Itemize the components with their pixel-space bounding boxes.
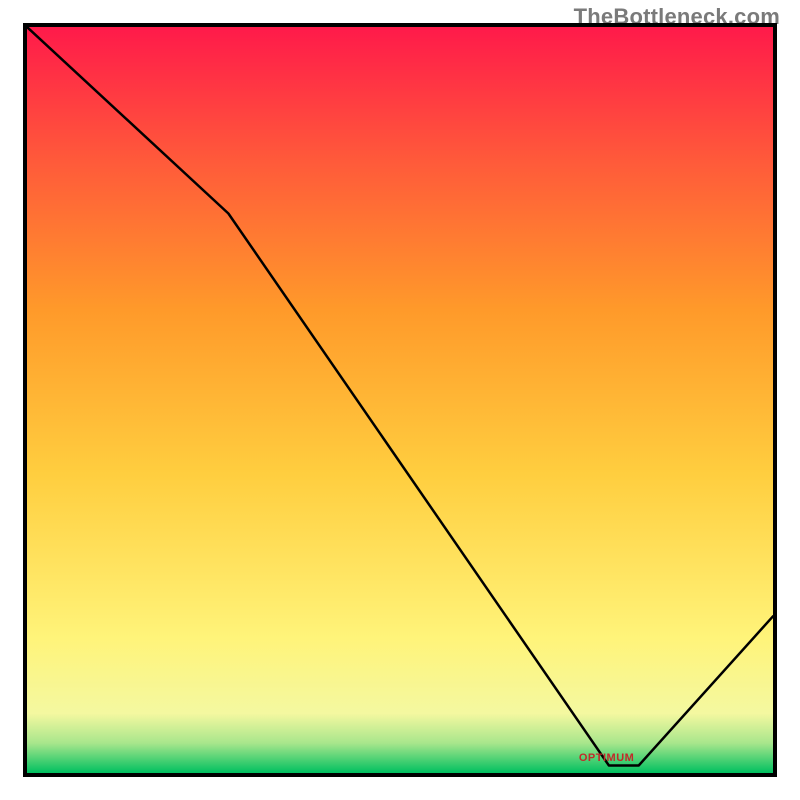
annotation-label: OPTIMUM [579,752,634,764]
chart-frame: TheBottleneck.com OPTIMUM [0,0,800,800]
plot-area: OPTIMUM [23,23,777,777]
data-line [27,27,773,773]
